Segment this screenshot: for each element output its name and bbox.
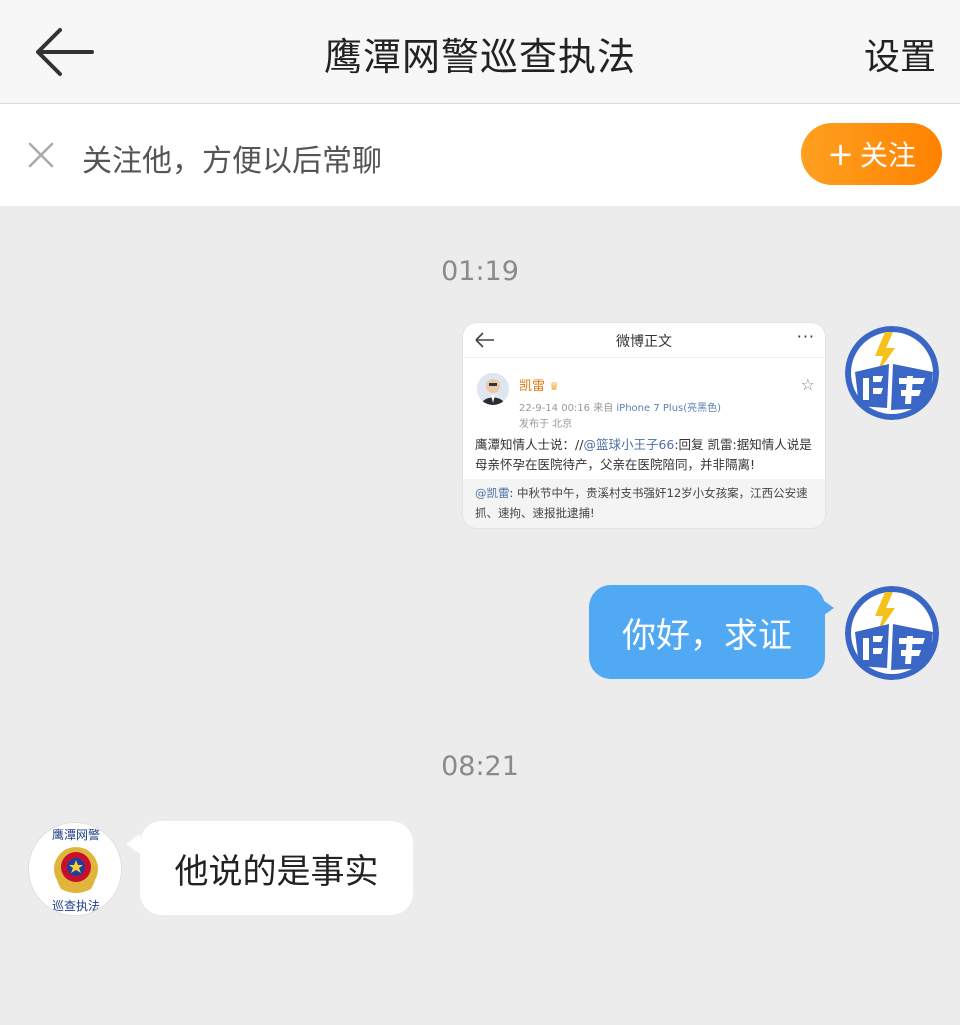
incoming-message-bubble[interactable]: 他说的是事实 [140, 821, 413, 915]
follow-prompt-text: 关注他，方便以后常聊 [82, 144, 382, 179]
shared-image-message[interactable]: 微博正文 ··· 凯雷 ♛ 22-9-14 00:16 来自 iPhone 7 … [463, 323, 825, 528]
plus-icon: + [827, 135, 854, 173]
screenshot-post-date: 22-9-14 00:16 来自 iPhone 7 Plus(亮黑色) [519, 403, 722, 414]
follow-button[interactable]: + 关注 [801, 123, 942, 185]
star-icon: ☆ [800, 375, 815, 394]
outgoing-message-bubble[interactable]: 你好，求证 [589, 585, 825, 679]
screenshot-header: 微博正文 ··· [463, 323, 825, 358]
follow-button-label: 关注 [859, 139, 916, 172]
screenshot-post-body: 鹰潭知情人士说：//@篮球小王子66:回复 凯雷:据知情人说是母亲怀孕在医院待产… [475, 437, 812, 472]
police-avatar-top-text: 鹰潭网警 [52, 827, 100, 842]
settings-button[interactable]: 设置 [864, 28, 936, 80]
screenshot-user-avatar [477, 373, 509, 405]
contact-avatar[interactable]: 鹰潭网警 巡查执法 [28, 822, 122, 916]
screenshot-user-name: 凯雷 ♛ [519, 379, 560, 394]
message-timestamp: 01:19 [441, 256, 519, 287]
police-avatar-bottom-text: 巡查执法 [52, 899, 100, 913]
vip-crown-icon: ♛ [549, 380, 560, 393]
close-icon[interactable] [26, 140, 56, 170]
self-avatar[interactable] [845, 326, 939, 420]
follow-suggestion-bar: 关注他，方便以后常聊 + 关注 [0, 104, 960, 206]
screenshot-location: 发布于 北京 [519, 419, 573, 430]
message-timestamp: 08:21 [441, 751, 519, 782]
screenshot-title: 微博正文 [616, 334, 672, 350]
screenshot-quoted-post: @凯雷: 中秋节中午，贵溪村支书强奸12岁小女孩案，江西公安速抓、速拘、速报批逮… [463, 479, 825, 528]
bubble-tail [126, 834, 140, 854]
top-nav-bar: 鹰潭网警巡查执法 设置 [0, 0, 960, 104]
page-title: 鹰潭网警巡查执法 [323, 35, 636, 79]
self-avatar[interactable] [845, 586, 939, 680]
more-icon: ··· [796, 327, 815, 346]
